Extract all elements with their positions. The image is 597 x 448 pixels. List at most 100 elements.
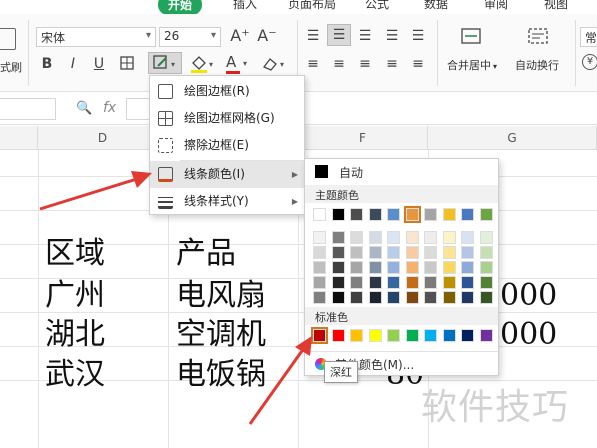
theme-shade-swatch[interactable] [368,246,382,259]
theme-shade-swatch[interactable] [442,291,456,304]
standard-color-swatch[interactable] [479,329,493,342]
theme-shade-swatch[interactable] [368,261,382,274]
theme-shade-swatch[interactable] [331,246,345,259]
theme-color-swatch[interactable] [350,208,363,221]
standard-color-dark-red[interactable] [311,327,328,344]
theme-color-swatch[interactable] [403,206,421,223]
theme-shade-swatch[interactable] [424,276,437,289]
theme-color-swatch[interactable] [461,208,474,221]
align-top-icon[interactable]: ☰ [303,26,323,46]
menu-item-erase-border[interactable]: 擦除边框(E) [150,132,304,159]
zoom-icon[interactable]: 🔍 [76,101,92,116]
grow-font-button[interactable]: A⁺ [229,26,251,46]
cell-g-value-2[interactable]: 000 [500,318,557,352]
cell-d-guangzhou[interactable]: 广州 [45,279,105,313]
theme-shade-swatch[interactable] [479,291,493,304]
tab-page-layout[interactable]: 页面布局 [288,0,336,12]
column-header-g[interactable]: G [428,126,597,150]
menu-item-draw-border[interactable]: 绘图边框(R) [150,78,304,105]
indent-increase-icon[interactable]: ☰ [408,26,428,46]
theme-shade-swatch[interactable] [313,261,326,274]
cell-d-region[interactable]: 区域 [45,237,105,271]
theme-shade-swatch[interactable] [387,231,400,244]
standard-color-swatch[interactable] [331,329,345,342]
auto-color-label[interactable]: 自动 [339,164,363,181]
theme-shade-swatch[interactable] [331,261,345,274]
format-painter-icon[interactable] [0,28,16,50]
indent-decrease-icon[interactable]: ☰ [382,26,402,46]
theme-shade-swatch[interactable] [350,261,363,274]
theme-color-swatch[interactable] [368,208,382,221]
theme-shade-swatch[interactable] [313,276,326,289]
theme-shade-swatch[interactable] [424,246,437,259]
theme-shade-swatch[interactable] [313,291,326,304]
currency-icon[interactable]: ¥ [582,54,597,70]
theme-shade-swatch[interactable] [350,246,363,259]
theme-shade-swatch[interactable] [405,291,419,304]
tab-data[interactable]: 数据 [424,0,448,12]
wrap-text-button[interactable]: 自动换行 [515,57,559,73]
wrap-text-icon[interactable] [525,26,551,52]
theme-color-swatch[interactable] [424,208,437,221]
standard-color-swatch[interactable] [350,329,363,342]
theme-shade-swatch[interactable] [387,276,400,289]
theme-shade-swatch[interactable] [387,246,400,259]
theme-shade-swatch[interactable] [424,291,437,304]
number-format-select[interactable]: 常 [580,27,597,47]
theme-shade-swatch[interactable] [405,261,419,274]
theme-shade-swatch[interactable] [461,276,474,289]
theme-shade-swatch[interactable] [368,231,382,244]
font-size-select[interactable]: 26 ▾ [159,27,221,47]
standard-color-swatch[interactable] [424,329,437,342]
theme-shade-swatch[interactable] [350,291,363,304]
standard-color-swatch[interactable] [405,329,419,342]
fx-icon[interactable]: fx [103,100,116,116]
auto-color-swatch[interactable] [315,165,328,178]
align-right-icon[interactable]: ≡ [355,54,375,74]
tab-home[interactable]: 开始 [158,0,203,15]
cell-e-fan[interactable]: 电风扇 [176,279,266,313]
theme-shade-swatch[interactable] [387,291,400,304]
theme-shade-swatch[interactable] [479,246,493,259]
menu-item-line-style[interactable]: 线条样式(Y) ▶ [150,188,304,215]
merge-icon[interactable] [458,26,484,52]
theme-shade-swatch[interactable] [331,276,345,289]
theme-shade-swatch[interactable] [313,231,326,244]
theme-shade-swatch[interactable] [368,291,382,304]
align-bottom-icon[interactable]: ☰ [355,26,375,46]
cell-e-product[interactable]: 产品 [176,237,236,271]
cell-d-hubei[interactable]: 湖北 [45,318,105,352]
cell-d-wuhan[interactable]: 武汉 [45,358,105,392]
theme-color-swatch[interactable] [479,208,493,221]
draw-border-button[interactable]: ▾ [148,52,182,74]
theme-shade-swatch[interactable] [405,276,419,289]
standard-color-swatch[interactable] [387,329,400,342]
column-header-f[interactable]: F [298,126,428,150]
standard-color-swatch[interactable] [368,329,382,342]
theme-shade-swatch[interactable] [405,231,419,244]
theme-shade-swatch[interactable] [331,231,345,244]
merge-center-button[interactable]: 合并居中 ▾ [447,57,497,73]
theme-color-swatch[interactable] [387,208,400,221]
theme-shade-swatch[interactable] [442,261,456,274]
theme-shade-swatch[interactable] [461,246,474,259]
menu-item-draw-border-grid[interactable]: 绘图边框网格(G) [150,105,304,132]
theme-shade-swatch[interactable] [350,231,363,244]
borders-button[interactable] [116,54,140,78]
theme-color-swatch[interactable] [313,208,326,221]
align-left-icon[interactable]: ≡ [303,54,323,74]
theme-shade-swatch[interactable] [442,276,456,289]
cell-g-value-1[interactable]: 000 [500,279,557,313]
align-center-icon[interactable]: ≡ [329,54,349,74]
name-box[interactable] [0,98,56,120]
menu-item-line-color[interactable]: 线条颜色(I) ▶ [150,161,304,188]
theme-shade-swatch[interactable] [405,246,419,259]
distribute-icon[interactable]: ≡ [408,54,428,74]
standard-color-swatch[interactable] [461,329,474,342]
theme-shade-swatch[interactable] [350,276,363,289]
cell-e-ricecooker[interactable]: 电饭锅 [176,358,266,392]
shrink-font-button[interactable]: A⁻ [256,26,278,46]
theme-shade-swatch[interactable] [479,261,493,274]
theme-shade-swatch[interactable] [461,291,474,304]
tab-formulas[interactable]: 公式 [365,0,389,12]
